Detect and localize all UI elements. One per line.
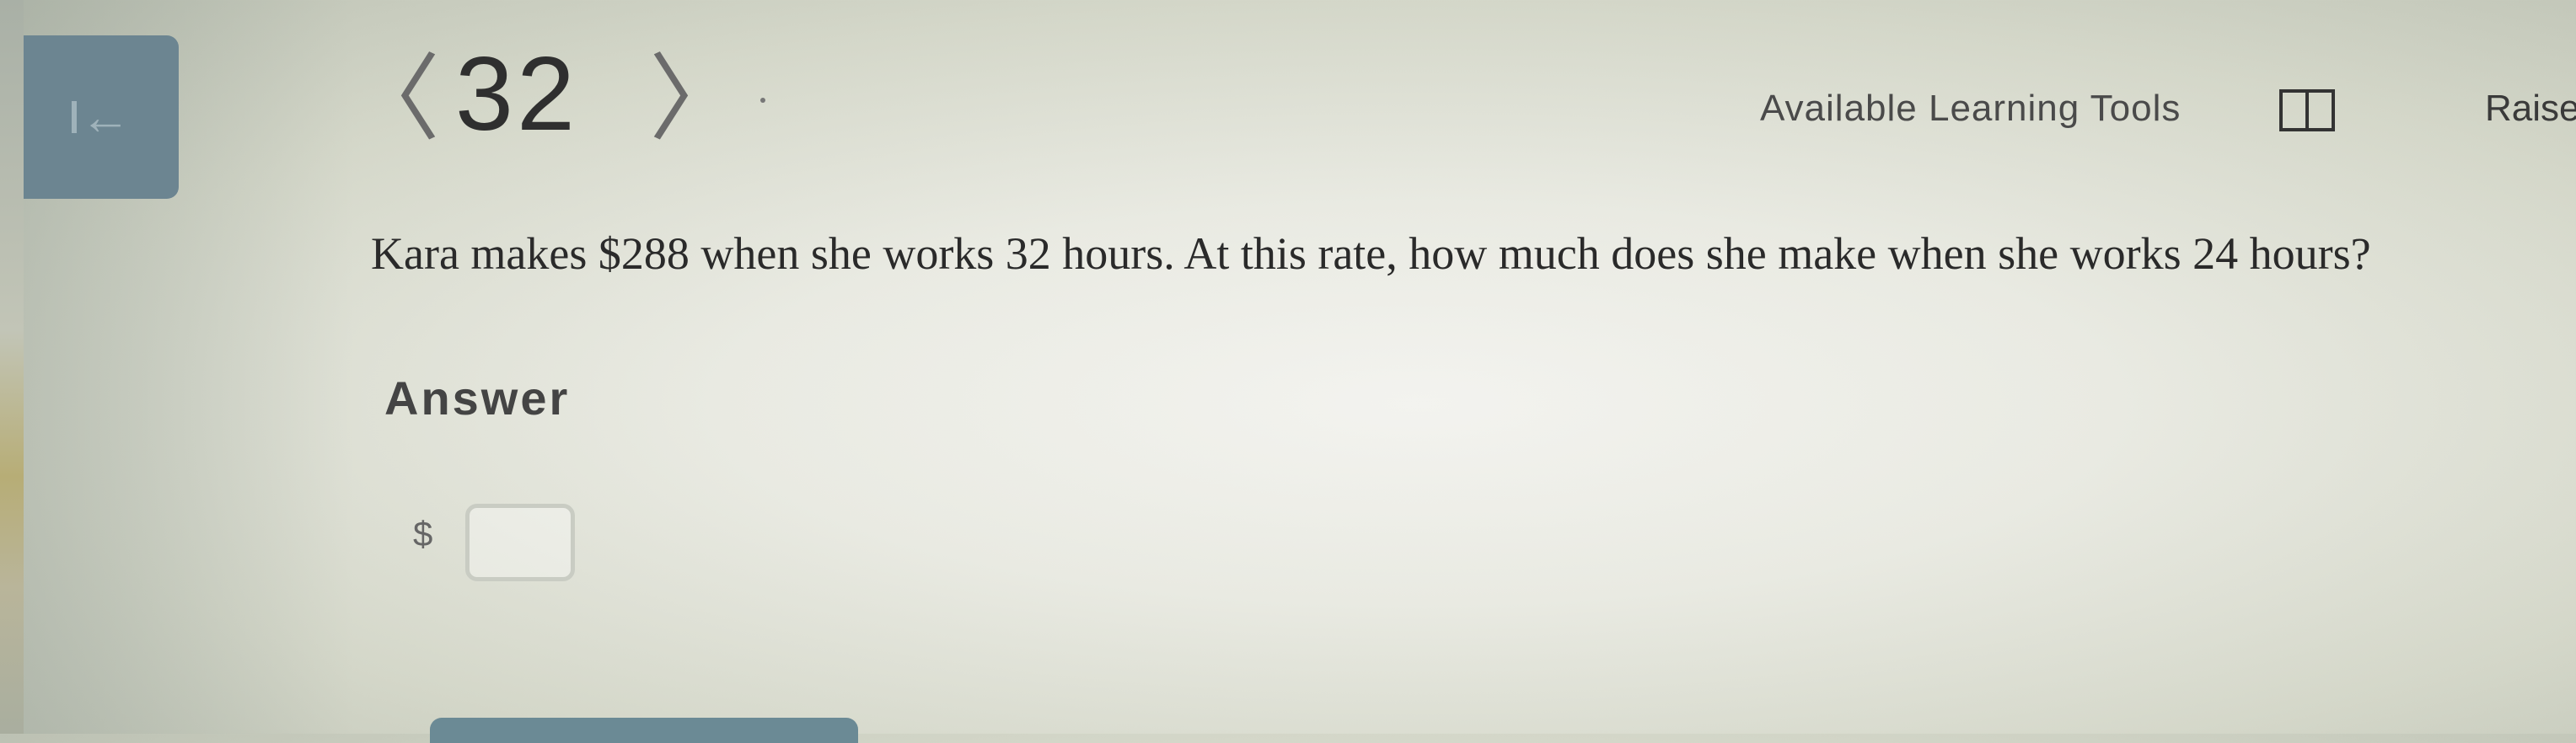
previous-question-button[interactable]: 〈 bbox=[346, 52, 440, 147]
currency-symbol: $ bbox=[413, 514, 433, 553]
book-icon[interactable] bbox=[2279, 89, 2335, 131]
question-number: 32 bbox=[455, 36, 578, 152]
left-edge bbox=[0, 0, 24, 734]
next-question-button[interactable]: 〉 bbox=[649, 52, 743, 147]
exit-button[interactable]: ← bbox=[24, 35, 179, 199]
submit-button[interactable] bbox=[430, 718, 858, 743]
question-text: Kara makes $288 when she works 32 hours.… bbox=[371, 228, 2371, 279]
learning-tools-label[interactable]: Available Learning Tools bbox=[1760, 88, 2181, 130]
answer-label: Answer bbox=[384, 372, 571, 425]
raise-hand-button[interactable]: Raise bbox=[2485, 88, 2576, 130]
answer-input[interactable] bbox=[465, 504, 575, 581]
separator-dot bbox=[760, 98, 765, 103]
exit-arrow-icon: ← bbox=[72, 92, 131, 142]
